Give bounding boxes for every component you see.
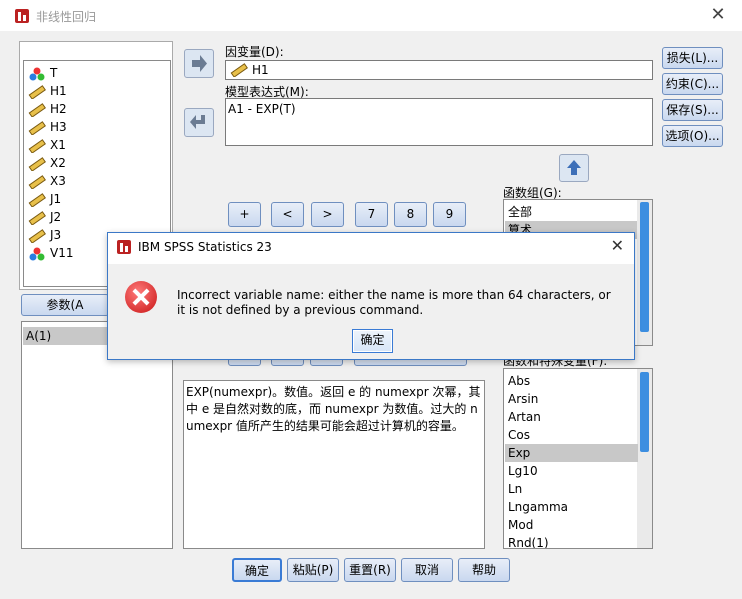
function-item[interactable]: Lg10	[508, 462, 538, 480]
variable-item[interactable]: H3	[28, 118, 67, 136]
options-button[interactable]: 选项(O)...	[662, 125, 723, 147]
scale-variable-icon	[28, 120, 46, 135]
variable-label: J1	[50, 192, 62, 206]
scale-variable-icon	[28, 84, 46, 99]
function-item[interactable]: Mod	[508, 516, 533, 534]
keypad: + < > 7 8 9	[224, 198, 469, 232]
move-back-button[interactable]	[184, 108, 214, 137]
scrollbar-thumb[interactable]	[640, 202, 649, 332]
spss-app-icon	[15, 9, 29, 23]
function-item[interactable]: Ln	[508, 480, 522, 498]
key-plus[interactable]: +	[228, 202, 261, 227]
scale-variable-icon	[28, 156, 46, 171]
function-group-item[interactable]: 全部	[508, 203, 532, 221]
description-text: EXP(numexpr)。数值。返回 e 的 numexpr 次幂，其中 e 是…	[186, 385, 481, 433]
variable-item[interactable]: H2	[28, 100, 67, 118]
spss-app-icon	[117, 240, 131, 254]
params-button[interactable]: 参数(A	[21, 294, 109, 316]
title-bar: 非线性回归 ✕	[0, 0, 742, 31]
function-item[interactable]: Rnd(1)	[508, 534, 549, 548]
nominal-variable-icon	[29, 67, 45, 80]
variable-label: V11	[50, 246, 74, 260]
variable-label: T	[50, 66, 58, 80]
function-item[interactable]: Artan	[508, 408, 541, 426]
function-item[interactable]: Cos	[508, 426, 530, 444]
variable-item[interactable]: X2	[28, 154, 66, 172]
arrow-right-icon	[192, 55, 207, 72]
scale-variable-icon	[28, 192, 46, 207]
loss-button[interactable]: 损失(L)...	[662, 47, 723, 69]
key-8[interactable]: 8	[394, 202, 427, 227]
scale-variable-icon	[28, 228, 46, 243]
scale-variable-icon	[28, 138, 46, 153]
variable-label: X2	[50, 156, 66, 170]
variable-item[interactable]: X3	[28, 172, 66, 190]
nominal-variable-icon	[29, 247, 45, 260]
variable-label: J2	[50, 210, 62, 224]
scale-variable-icon	[28, 174, 46, 189]
key-7[interactable]: 7	[355, 202, 388, 227]
move-to-dependent-button[interactable]	[184, 49, 214, 78]
variable-label: X3	[50, 174, 66, 188]
scale-variable-icon	[28, 102, 46, 117]
model-expression-field[interactable]: A1 - EXP(T)	[225, 98, 653, 146]
arrow-up-icon	[567, 160, 581, 175]
variable-item[interactable]: H1	[28, 82, 67, 100]
scale-variable-icon	[28, 210, 46, 225]
function-item[interactable]: Abs	[508, 372, 530, 390]
scrollbar-thumb[interactable]	[640, 372, 649, 452]
variable-item[interactable]: J2	[28, 208, 61, 226]
window-title: 非线性回归	[36, 10, 97, 24]
cancel-button[interactable]: 取消	[401, 558, 453, 582]
variable-item[interactable]: X1	[28, 136, 66, 154]
dialog-ok-button[interactable]: 确定	[352, 329, 393, 353]
error-icon	[125, 281, 157, 313]
dependent-value: H1	[252, 63, 269, 77]
key-9[interactable]: 9	[433, 202, 466, 227]
param-item[interactable]: A(1)	[23, 327, 112, 345]
paste-button[interactable]: 粘贴(P)	[287, 558, 339, 582]
variable-label: H3	[50, 120, 67, 134]
scrollbar[interactable]	[637, 369, 652, 548]
arrow-bend-left-icon	[190, 115, 205, 129]
variable-item[interactable]: V11	[28, 244, 73, 262]
function-item[interactable]: Exp	[505, 444, 638, 462]
key-less-than[interactable]: <	[271, 202, 304, 227]
function-item[interactable]: Arsin	[508, 390, 538, 408]
description-box: EXP(numexpr)。数值。返回 e 的 numexpr 次幂，其中 e 是…	[183, 380, 485, 549]
help-button[interactable]: 帮助	[458, 558, 510, 582]
variable-item[interactable]: J3	[28, 226, 61, 244]
save-button[interactable]: 保存(S)...	[662, 99, 723, 121]
dependent-label: 因变量(D):	[225, 45, 284, 59]
insert-function-button[interactable]	[559, 154, 589, 182]
error-message: Incorrect variable name: either the name…	[177, 288, 611, 317]
variable-label: H1	[50, 84, 67, 98]
key-greater-than[interactable]: >	[311, 202, 344, 227]
scrollbar[interactable]	[637, 200, 652, 345]
dialog-close-button[interactable]: ✕	[611, 236, 624, 255]
function-item[interactable]: Lngamma	[508, 498, 568, 516]
constraints-button[interactable]: 约束(C)...	[662, 73, 723, 95]
scale-variable-icon	[230, 63, 248, 77]
reset-button[interactable]: 重置(R)	[344, 558, 396, 582]
dependent-field[interactable]: H1	[225, 60, 653, 80]
dialog-title: IBM SPSS Statistics 23	[138, 240, 272, 254]
variable-item[interactable]: J1	[28, 190, 61, 208]
variable-label: X1	[50, 138, 66, 152]
window-close-button[interactable]: ✕	[706, 4, 730, 26]
error-dialog: IBM SPSS Statistics 23 ✕ Incorrect varia…	[107, 232, 635, 360]
ok-button[interactable]: 确定	[232, 558, 282, 582]
variable-label: H2	[50, 102, 67, 116]
variable-label: J3	[50, 228, 62, 242]
dialog-body: Incorrect variable name: either the name…	[108, 264, 634, 359]
variable-item[interactable]: T	[28, 64, 57, 82]
func-vars-list[interactable]: Abs Arsin Artan Cos Exp Lg10 Ln Lngamma Mod Rnd(1…	[503, 368, 653, 549]
model-expression-value: A1 - EXP(T)	[228, 102, 296, 116]
